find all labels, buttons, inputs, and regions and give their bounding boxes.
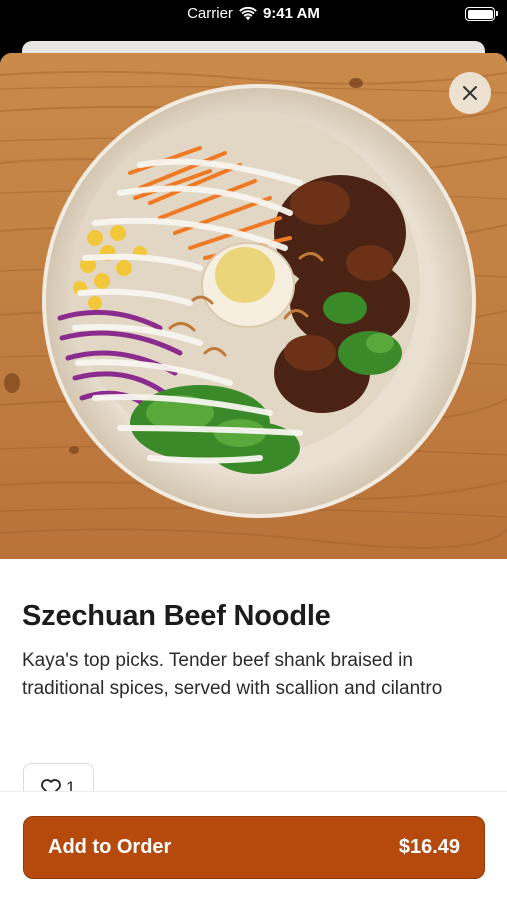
order-bar: Add to Order $16.49 — [0, 791, 507, 900]
item-info: Szechuan Beef Noodle Kaya's top picks. T… — [22, 599, 484, 703]
status-time: 9:41 AM — [262, 5, 320, 22]
carrier-label: Carrier — [187, 5, 233, 22]
battery-icon — [465, 7, 498, 21]
close-button[interactable] — [449, 72, 491, 114]
item-title: Szechuan Beef Noodle — [22, 600, 331, 632]
add-to-order-button[interactable]: Add to Order $16.49 — [23, 816, 485, 879]
item-detail-sheet: Szechuan Beef Noodle Kaya's top picks. T… — [0, 53, 507, 900]
wifi-icon — [239, 6, 257, 20]
food-photo — [0, 53, 507, 559]
status-center: Carrier 9:41 AM — [0, 5, 507, 22]
item-description: Kaya's top picks. Tender beef shank brai… — [22, 650, 443, 699]
price-label: $16.49 — [398, 836, 460, 858]
add-to-order-label: Add to Order — [48, 836, 172, 858]
status-bar: Carrier 9:41 AM — [0, 0, 507, 34]
close-icon — [463, 86, 477, 100]
